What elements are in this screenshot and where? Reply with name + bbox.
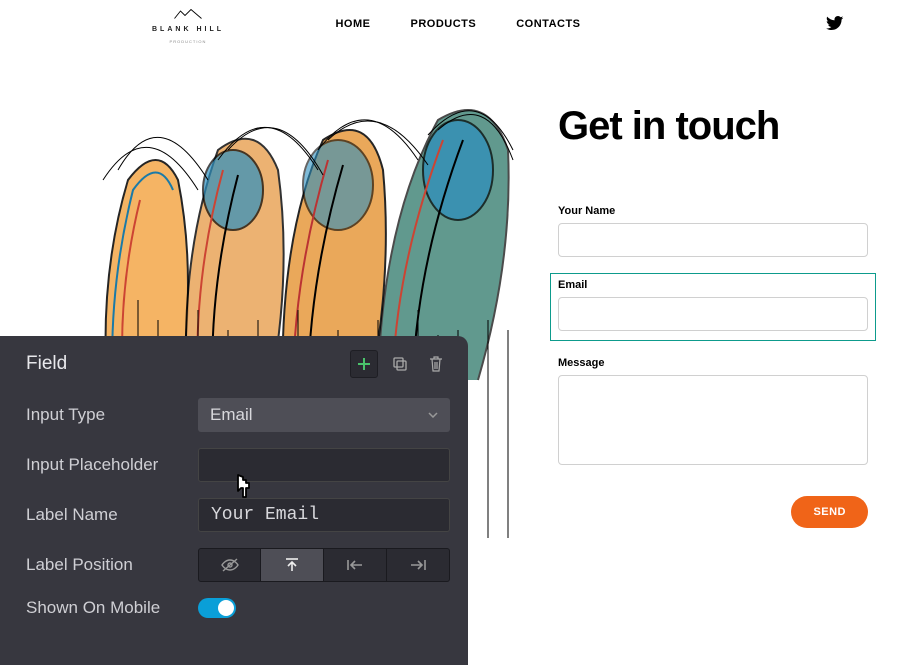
- arrow-right-bar-icon: [410, 559, 426, 571]
- arrow-left-bar-icon: [347, 559, 363, 571]
- brand-subtitle: PRODUCTION: [170, 39, 207, 44]
- editor-title: Field: [26, 353, 67, 375]
- input-placeholder-label: Input Placeholder: [26, 455, 198, 475]
- input-type-label: Input Type: [26, 405, 198, 425]
- input-type-select[interactable]: Email: [198, 398, 450, 432]
- nav-links: HOME PRODUCTS CONTACTS: [335, 18, 580, 30]
- twitter-icon[interactable]: [826, 16, 844, 36]
- nav-products[interactable]: PRODUCTS: [410, 18, 476, 30]
- send-button[interactable]: SEND: [791, 496, 868, 528]
- field-message: Message: [558, 357, 868, 470]
- copy-icon: [392, 356, 408, 372]
- mountain-icon: [173, 8, 203, 20]
- shown-on-mobile-label: Shown On Mobile: [26, 598, 198, 618]
- label-name-label: Label Name: [26, 505, 198, 525]
- label-name-field[interactable]: [198, 498, 450, 532]
- brand-name: BLANK HILL: [152, 26, 224, 33]
- label-pos-hidden[interactable]: [198, 548, 261, 582]
- chevron-down-icon: [428, 412, 438, 418]
- field-email[interactable]: Email: [550, 273, 876, 341]
- arrow-up-bar-icon: [285, 558, 299, 572]
- email-label: Email: [558, 279, 868, 291]
- field-editor-panel: Field Input Type Email Input Placeh: [0, 336, 468, 665]
- nav-contacts[interactable]: CONTACTS: [516, 18, 580, 30]
- brand-logo[interactable]: BLANK HILL PRODUCTION: [152, 8, 224, 44]
- email-input[interactable]: [558, 297, 868, 331]
- trash-icon: [429, 356, 443, 372]
- delete-button[interactable]: [422, 350, 450, 378]
- input-placeholder-field[interactable]: [198, 448, 450, 482]
- contact-heading: Get in touch: [558, 104, 868, 149]
- input-type-value: Email: [210, 405, 253, 425]
- nav-home[interactable]: HOME: [335, 18, 370, 30]
- message-textarea[interactable]: [558, 375, 868, 465]
- label-pos-top[interactable]: [261, 548, 324, 582]
- top-nav: BLANK HILL PRODUCTION HOME PRODUCTS CONT…: [0, 0, 916, 48]
- editor-actions: [350, 350, 450, 378]
- contact-form: Get in touch Your Name Email Message SEN…: [558, 104, 868, 528]
- label-position-label: Label Position: [26, 555, 198, 575]
- field-name: Your Name: [558, 205, 868, 257]
- label-pos-right[interactable]: [387, 548, 450, 582]
- eye-off-icon: [220, 558, 240, 572]
- shown-on-mobile-toggle[interactable]: [198, 598, 236, 618]
- duplicate-button[interactable]: [386, 350, 414, 378]
- name-input[interactable]: [558, 223, 868, 257]
- message-label: Message: [558, 357, 868, 369]
- name-label: Your Name: [558, 205, 868, 217]
- label-pos-left[interactable]: [324, 548, 387, 582]
- add-field-button[interactable]: [350, 350, 378, 378]
- plus-icon: [357, 357, 371, 371]
- editor-header: Field: [0, 336, 468, 398]
- label-position-segment: [198, 548, 450, 582]
